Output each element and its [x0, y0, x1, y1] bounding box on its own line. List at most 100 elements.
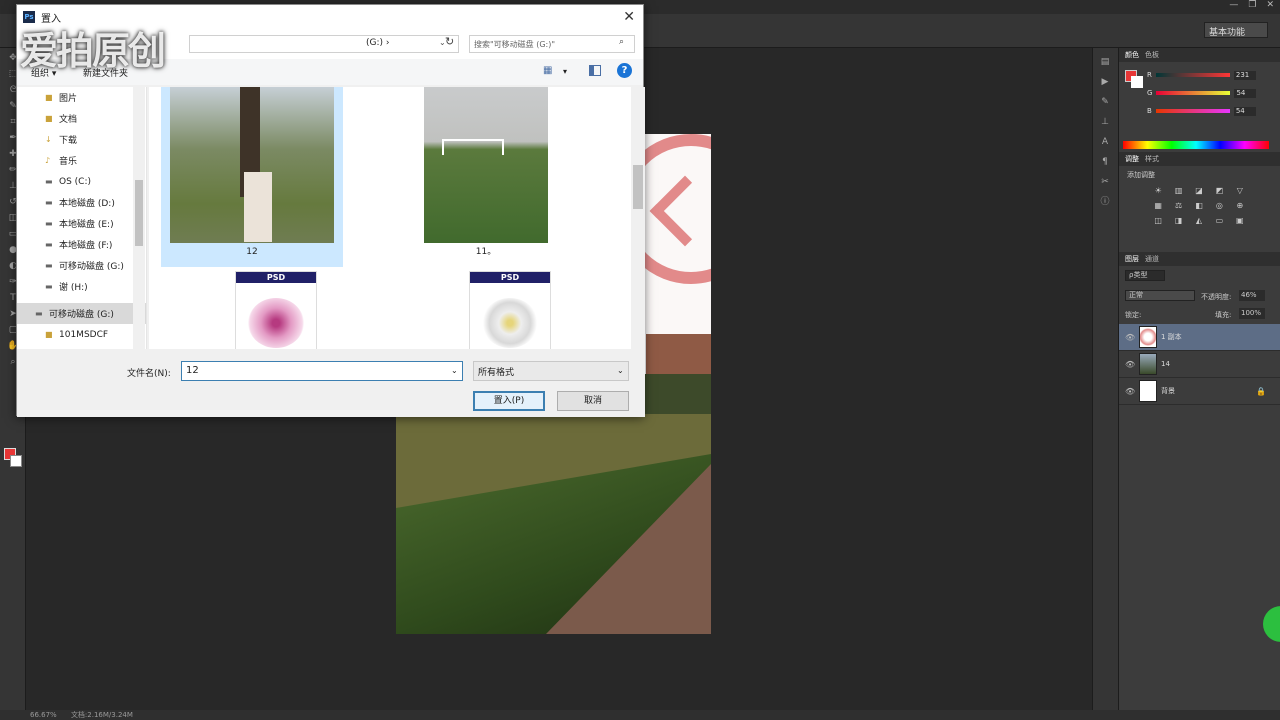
preview-pane-icon[interactable]: [589, 65, 601, 76]
color-spectrum[interactable]: [1123, 141, 1269, 149]
layers-panel: ρ类型 正常 不透明度: 46% 锁定: 填充: 100% 👁 1 副本 👁 1…: [1119, 266, 1280, 720]
address-bar[interactable]: (G:) ›: [189, 35, 459, 53]
red-slider[interactable]: R 231: [1147, 70, 1277, 80]
panel-dock-icons: ▤ ▶ ✎ ⊥ A ¶ ✂ ⓘ: [1092, 48, 1118, 710]
tab-channels[interactable]: 通道: [1145, 252, 1159, 266]
nav-item-drive-g[interactable]: ▬ 可移动磁盘 (G:): [17, 255, 146, 276]
nav-item-music[interactable]: ♪ 音乐: [17, 150, 146, 171]
exposure-icon[interactable]: ◩: [1210, 186, 1228, 195]
character-panel-icon[interactable]: A: [1098, 136, 1112, 148]
nav-item-removable-g[interactable]: ▬ 可移动磁盘 (G:): [17, 303, 146, 324]
layer-kind-filter[interactable]: ρ类型: [1125, 270, 1165, 281]
brush-panel-icon[interactable]: ✎: [1098, 96, 1112, 108]
gradient-map-icon[interactable]: ▭: [1210, 216, 1228, 225]
black-white-icon[interactable]: ◧: [1190, 201, 1208, 210]
file-thumbnail: PSD: [235, 271, 317, 349]
cancel-button[interactable]: 取消: [557, 391, 629, 411]
red-value[interactable]: 231: [1233, 70, 1256, 80]
close-icon[interactable]: ✕: [1266, 0, 1274, 10]
place-button[interactable]: 置入(P): [473, 391, 545, 411]
restore-icon[interactable]: ❐: [1248, 0, 1256, 10]
brightness-icon[interactable]: ☀: [1149, 186, 1167, 195]
adjustment-icons: ☀ ▥ ◪ ◩ ▽ ▦ ⚖ ◧ ◎ ⊕ ◫ ◨ ◭ ▭ ▣: [1149, 186, 1249, 225]
eye-icon[interactable]: 👁: [1125, 360, 1135, 369]
file-scrollbar[interactable]: [631, 87, 645, 349]
chevron-down-icon[interactable]: ⌄: [617, 366, 624, 375]
tab-adjustments[interactable]: 调整: [1125, 152, 1139, 166]
view-options-icon[interactable]: ▦: [543, 65, 552, 76]
tool-presets-icon[interactable]: ✂: [1098, 176, 1112, 188]
layer-row[interactable]: 👁 1 副本: [1119, 324, 1280, 351]
drive-icon: ▬: [35, 309, 43, 318]
nav-item-drive-h[interactable]: ▬ 谢 (H:): [17, 276, 146, 297]
nav-item-drive-d[interactable]: ▬ 本地磁盘 (D:): [17, 192, 146, 213]
file-item-12[interactable]: 12: [161, 87, 343, 267]
help-icon[interactable]: ?: [617, 63, 632, 78]
file-scroll-thumb[interactable]: [633, 165, 643, 209]
chevron-down-icon[interactable]: ▾: [563, 67, 567, 76]
channel-mixer-icon[interactable]: ⊕: [1231, 201, 1249, 210]
info-panel-icon[interactable]: ⓘ: [1098, 196, 1112, 208]
nav-item-documents[interactable]: ■ 文档: [17, 108, 146, 129]
right-panels: 颜色 色板 R 231 G 54 B 54 调整 样式 添加调整 ☀ ▥ ◪ ◩…: [1118, 48, 1280, 710]
refresh-icon[interactable]: ↻: [445, 35, 454, 48]
filename-row: 文件名(N): 12 ⌄ 所有格式 ⌄ 置入(P) 取消: [17, 349, 645, 417]
background-color[interactable]: [10, 455, 22, 467]
nav-item-drive-f[interactable]: ▬ 本地磁盘 (F:): [17, 234, 146, 255]
layer-row[interactable]: 👁 14: [1119, 351, 1280, 378]
photo-filter-icon[interactable]: ◎: [1210, 201, 1228, 210]
file-item-11[interactable]: 11。: [395, 87, 577, 267]
nav-item-drive-e[interactable]: ▬ 本地磁盘 (E:): [17, 213, 146, 234]
clone-panel-icon[interactable]: ⊥: [1098, 116, 1112, 128]
nav-item-downloads[interactable]: ↓ 下载: [17, 129, 146, 150]
tab-styles[interactable]: 样式: [1145, 152, 1159, 166]
actions-panel-icon[interactable]: ▶: [1098, 76, 1112, 88]
zoom-level[interactable]: 66.67%: [30, 711, 57, 719]
levels-icon[interactable]: ▥: [1169, 186, 1187, 195]
nav-scroll-thumb[interactable]: [135, 180, 143, 246]
eye-icon[interactable]: 👁: [1125, 333, 1135, 342]
green-value[interactable]: 54: [1234, 88, 1257, 98]
file-item-psd-white[interactable]: PSD: [419, 271, 601, 349]
nav-item-pictures[interactable]: ■ 图片: [17, 87, 146, 108]
opacity-input[interactable]: 46%: [1239, 290, 1265, 301]
blue-value[interactable]: 54: [1233, 106, 1256, 116]
history-panel-icon[interactable]: ▤: [1098, 56, 1112, 68]
file-item-psd-pink[interactable]: PSD: [185, 271, 367, 349]
layer-row[interactable]: 👁 背景 🔒: [1119, 378, 1280, 405]
curves-icon[interactable]: ◪: [1190, 186, 1208, 195]
close-icon[interactable]: ✕: [623, 9, 635, 25]
drive-icon: ▬: [45, 177, 53, 186]
tab-color[interactable]: 颜色: [1125, 48, 1139, 62]
blue-slider[interactable]: B 54: [1147, 106, 1277, 116]
fill-input[interactable]: 100%: [1239, 308, 1265, 319]
nav-item-101msdcf[interactable]: ■ 101MSDCF: [17, 324, 146, 345]
layer-thumbnail: [1139, 353, 1157, 375]
workspace-selector[interactable]: 基本功能: [1204, 22, 1268, 38]
hue-saturation-icon[interactable]: ▦: [1149, 201, 1167, 210]
panel-background-swatch[interactable]: [1131, 76, 1143, 88]
drive-icon: ▬: [45, 282, 53, 291]
invert-icon[interactable]: ◫: [1149, 216, 1167, 225]
filename-input[interactable]: 12: [181, 361, 463, 381]
fill-label: 填充:: [1215, 311, 1232, 319]
blend-mode-select[interactable]: 正常: [1125, 290, 1195, 301]
chevron-down-icon[interactable]: ⌄: [451, 366, 458, 375]
color-balance-icon[interactable]: ⚖: [1169, 201, 1187, 210]
posterize-icon[interactable]: ◨: [1169, 216, 1187, 225]
navigation-pane: ■ 图片 ■ 文档 ↓ 下载 ♪ 音乐 ▬ OS (C:) ▬ 本地磁盘 (D:) ▬ 本地磁…: [17, 87, 147, 349]
green-slider[interactable]: G 54: [1147, 88, 1277, 98]
window-controls: — ❐ ✕: [1229, 0, 1274, 10]
eye-icon[interactable]: 👁: [1125, 387, 1135, 396]
tab-layers[interactable]: 图层: [1125, 252, 1139, 266]
paragraph-panel-icon[interactable]: ¶: [1098, 156, 1112, 168]
tab-swatches[interactable]: 色板: [1145, 48, 1159, 62]
threshold-icon[interactable]: ◭: [1190, 216, 1208, 225]
search-icon[interactable]: ⌕: [619, 37, 624, 47]
selective-color-icon[interactable]: ▣: [1231, 216, 1249, 225]
vibrance-icon[interactable]: ▽: [1231, 186, 1249, 195]
file-type-select[interactable]: 所有格式: [473, 361, 629, 381]
nav-item-drive-c[interactable]: ▬ OS (C:): [17, 171, 146, 192]
search-input[interactable]: 搜索"可移动磁盘 (G:)": [469, 35, 635, 53]
minimize-icon[interactable]: —: [1229, 0, 1238, 10]
